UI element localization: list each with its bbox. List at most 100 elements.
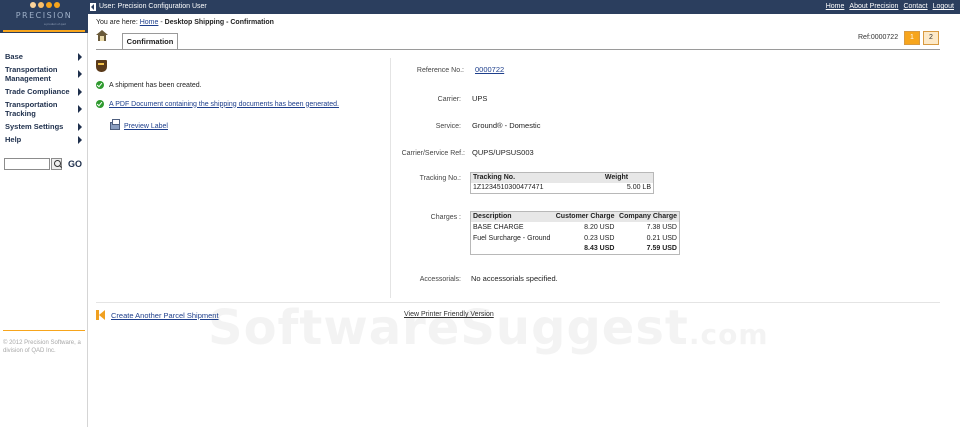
sidebar-item-transportation-management[interactable]: Transportation Management [0,63,88,85]
charge-description: BASE CHARGE [473,223,524,231]
carrier-value: UPS [472,94,488,103]
sidebar-item-label: Trade Compliance [5,87,70,96]
create-another-shipment: Create Another Parcel Shipment [96,310,219,320]
page-1-button[interactable]: 1 [904,31,920,45]
sidebar-item-system-settings[interactable]: System Settings [0,120,88,133]
home-link[interactable]: Home [826,3,845,10]
breadcrumb: You are here: Home - Desktop Shipping - … [96,19,274,26]
table-total-row: 8.43 USD 7.59 USD [471,244,680,255]
table-row: BASE CHARGE 8.20 USD 7.38 USD [471,222,680,233]
breadcrumb-prefix: You are here: [96,19,138,26]
logo-rule [3,30,85,32]
top-bar: User: Precision Configuration User Home … [88,0,960,14]
tracking-table: Tracking No. Weight 1Z1234510300477471 5… [470,172,654,194]
customer-charge-total: 8.43 USD [584,245,615,253]
charges-table: Description Customer Charge Company Char… [470,211,680,255]
pdf-document-link[interactable]: A PDF Document containing the shipping d… [109,101,339,108]
go-button[interactable]: GO [68,159,82,169]
breadcrumb-home-link[interactable]: Home [140,19,159,26]
page-2-button[interactable]: 2 [923,31,939,45]
sidebar-item-help[interactable]: Help [0,133,88,146]
chevron-right-icon [78,105,82,113]
logo-word: PRECISION [15,11,73,20]
sidebar-item-label: Base [5,52,23,61]
collapse-sidebar-icon[interactable] [90,3,96,11]
logo-dots-icon [30,2,60,8]
table-row: 1Z1234510300477471 5.00 LB [471,183,654,194]
sidebar-item-label: Transportation Management [5,65,58,83]
chevron-right-icon [78,52,82,61]
customer-charge: 8.20 USD [584,223,615,231]
tracking-number: 1Z1234510300477471 [473,184,544,192]
logo[interactable]: PRECISION a product of qad [0,0,88,33]
check-icon [96,81,104,89]
carrier-label: Carrier: [437,96,461,103]
customer-charge: 0.23 USD [584,234,615,242]
accessorials-value: No accessorials specified. [471,274,558,283]
chevron-right-icon [78,70,82,78]
home-icon[interactable] [96,30,108,41]
search-icon[interactable] [51,157,62,170]
column-header: Description [470,211,554,222]
company-charge: 7.38 USD [646,223,677,231]
service-label: Service: [435,123,461,130]
charges-label: Charges : [430,214,461,221]
about-link[interactable]: About Precision [849,3,898,10]
logo-tagline: a product of qad [44,22,66,26]
charge-description: Fuel Surcharge - Ground [473,234,551,242]
watermark: SoftwareSuggest.com [208,300,769,356]
shipment-created-message: A shipment has been created. [96,81,202,89]
company-charge: 0.21 USD [646,234,677,242]
tab-confirmation[interactable]: Confirmation [122,33,178,50]
sidebar-item-transportation-tracking[interactable]: Transportation Tracking [0,98,88,120]
chevron-right-icon [78,87,82,96]
table-header-row: Tracking No. Weight [470,172,654,183]
table-row: Fuel Surcharge - Ground 0.23 USD 0.21 US… [471,233,680,244]
printer-icon [110,119,120,130]
column-header: Company Charge [616,211,680,222]
watermark-suffix: .com [688,318,769,351]
carrier-service-ref-value: QUPS/UPSUS003 [472,148,534,157]
sidebar-item-label: System Settings [5,122,64,131]
sidebar-divider [3,330,85,331]
message-text: A shipment has been created. [109,81,202,89]
sidebar-search: GO [4,157,82,170]
reference-no-value: 0000722 [475,65,504,74]
chevron-right-icon [78,122,82,131]
watermark-text: SoftwareSuggest [208,300,689,356]
reference-no-link[interactable]: 0000722 [475,65,504,74]
weight: 5.00 LB [626,184,651,192]
copyright-text: © 2012 Precision Software, a division of… [3,340,81,354]
sidebar-item-label: Transportation Tracking [5,100,58,118]
footer-divider [96,302,940,303]
total-description [471,244,554,255]
tracking-no-label: Tracking No.: [419,175,461,182]
sidebar-item-label: Help [5,135,22,144]
reference-label: Ref:0000722 [858,34,899,41]
create-another-shipment-link[interactable]: Create Another Parcel Shipment [111,311,219,320]
pdf-generated-message: A PDF Document containing the shipping d… [96,100,339,108]
column-header: Customer Charge [553,211,617,222]
column-header: Tracking No. [470,172,603,183]
sidebar-item-trade-compliance[interactable]: Trade Compliance [0,85,88,98]
printer-friendly-link[interactable]: View Printer Friendly Version [404,311,494,318]
create-shipment-icon [96,310,106,320]
preview-label-link[interactable]: Preview Label [124,123,168,130]
table-header-row: Description Customer Charge Company Char… [470,211,680,222]
logout-link[interactable]: Logout [933,3,954,10]
reference-no-label: Reference No.: [416,67,464,74]
accessorials-label: Accessorials: [419,276,461,283]
search-input[interactable] [4,157,50,170]
sidebar-item-base[interactable]: Base [0,50,88,63]
service-value: Ground® - Domestic [472,121,541,130]
top-links: Home About Precision Contact Logout [826,3,954,10]
breadcrumb-current: Desktop Shipping - Confirmation [164,19,274,26]
sidebar-nav: Base Transportation Management Trade Com… [0,50,88,146]
contact-link[interactable]: Contact [903,3,927,10]
ups-logo-icon [96,60,107,72]
preview-label: Preview Label [110,119,168,130]
carrier-service-ref-label: Carrier/Service Ref.: [401,150,465,157]
current-user: User: Precision Configuration User [99,3,207,10]
company-charge-total: 7.59 USD [646,245,677,253]
column-header: Weight [602,172,654,183]
